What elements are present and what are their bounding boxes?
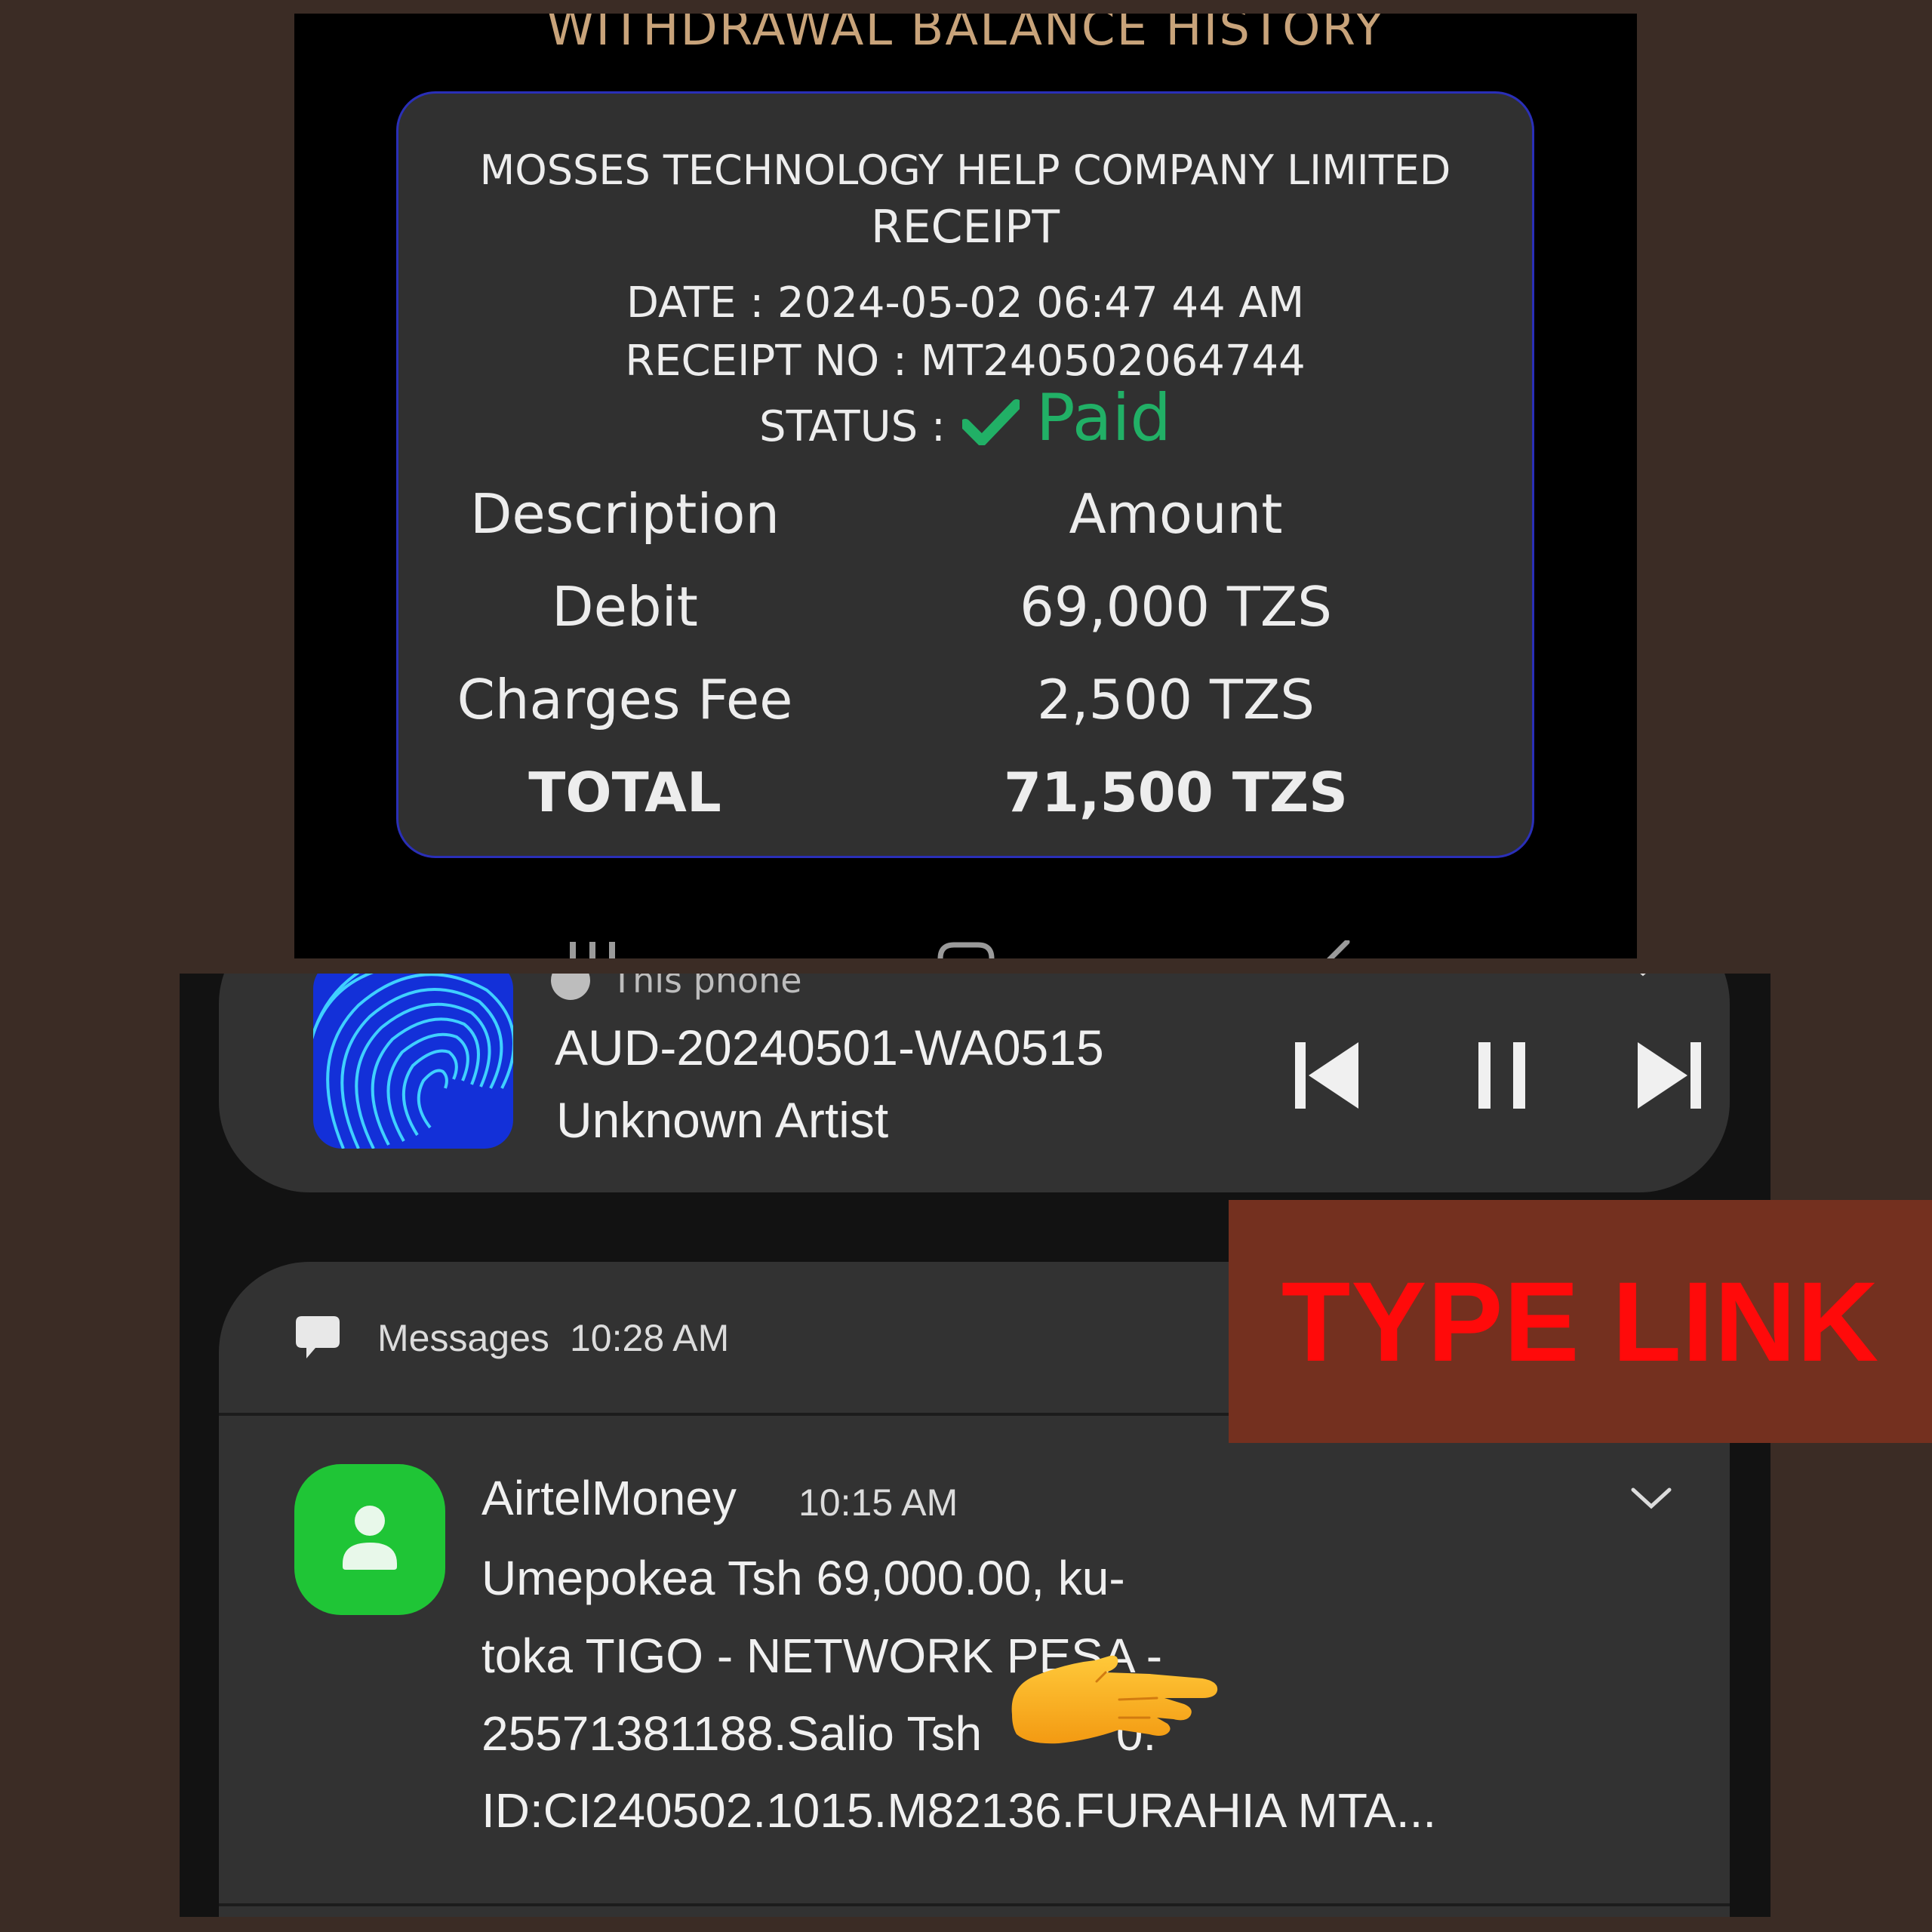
avatar (294, 1464, 445, 1615)
notification-time: 10:28 AM (570, 1317, 730, 1359)
navigation-bar (294, 919, 1637, 958)
back-icon[interactable] (1317, 940, 1362, 958)
column-header-amount: Amount (1069, 482, 1283, 546)
sms-sender: AirtelMoney (481, 1471, 737, 1525)
album-art (313, 974, 513, 1149)
status-value: Paid (1035, 380, 1171, 456)
sms-body-line: Umepokea Tsh 69,000.00, ku- (481, 1551, 1125, 1605)
type-link-text: TYPE LINK (1281, 1257, 1880, 1385)
chevron-down-icon[interactable] (1630, 1487, 1672, 1511)
pause-icon[interactable] (1468, 1038, 1536, 1113)
sms-body-line: ID:CI240502.1015.M82136.FURAHIA MTA... (481, 1783, 1437, 1838)
pointing-hand-icon (1011, 1655, 1218, 1744)
output-device-label: This phone (611, 974, 802, 1001)
message-icon (296, 1316, 340, 1358)
recent-apps-icon[interactable] (562, 942, 623, 958)
type-link-banner: TYPE LINK (1229, 1200, 1932, 1443)
next-icon[interactable] (1630, 1038, 1706, 1113)
receipt-screen: WITHDRAWAL BALANCE HISTORY MOSSES TECHNO… (294, 14, 1637, 958)
sms-time: 10:15 AM (798, 1481, 958, 1524)
row-amount: 69,000 TZS (1020, 575, 1332, 638)
track-artist: Unknown Artist (556, 1092, 889, 1148)
check-icon (961, 399, 1020, 445)
receipt-heading: RECEIPT (871, 201, 1060, 254)
receipt-number: RECEIPT NO : MT240502064744 (625, 337, 1306, 386)
chevron-down-icon[interactable] (1626, 974, 1660, 977)
status-label: STATUS : (759, 401, 946, 451)
row-amount: 71,500 TZS (1003, 761, 1349, 824)
output-device[interactable]: This phone (551, 974, 802, 1001)
home-icon[interactable] (936, 942, 996, 958)
column-header-description: Description (469, 482, 780, 546)
row-amount: 2,500 TZS (1036, 668, 1315, 731)
next-notification-edge (219, 1903, 1730, 1917)
person-icon (343, 1506, 397, 1570)
status-row: STATUS : Paid (398, 380, 1532, 456)
track-title: AUD-20240501-WA0515 (555, 1020, 1104, 1075)
receipt-date: DATE : 2024-05-02 06:47 44 AM (626, 278, 1305, 328)
table-row: Debit 69,000 TZS (398, 575, 1532, 658)
receipt-card: MOSSES TECHNOLOGY HELP COMPANY LIMITED R… (396, 91, 1534, 858)
previous-icon[interactable] (1291, 1038, 1366, 1113)
row-description: Charges Fee (457, 668, 793, 731)
table-row: Charges Fee 2,500 TZS (398, 668, 1532, 751)
row-description: TOTAL (528, 761, 721, 824)
table-row-total: TOTAL 71,500 TZS (398, 761, 1532, 844)
company-name: MOSSES TECHNOLOGY HELP COMPANY LIMITED (479, 146, 1451, 194)
page-title: WITHDRAWAL BALANCE HISTORY (546, 14, 1385, 57)
row-description: Debit (552, 575, 698, 638)
notification-shade: This phone AUD-20240501-WA0515 Unknown A… (180, 974, 1770, 1917)
phone-icon (551, 974, 590, 1000)
app-name: Messages (377, 1317, 549, 1359)
media-player-card[interactable]: This phone AUD-20240501-WA0515 Unknown A… (219, 974, 1730, 1192)
table-header-row: Description Amount (398, 482, 1532, 565)
